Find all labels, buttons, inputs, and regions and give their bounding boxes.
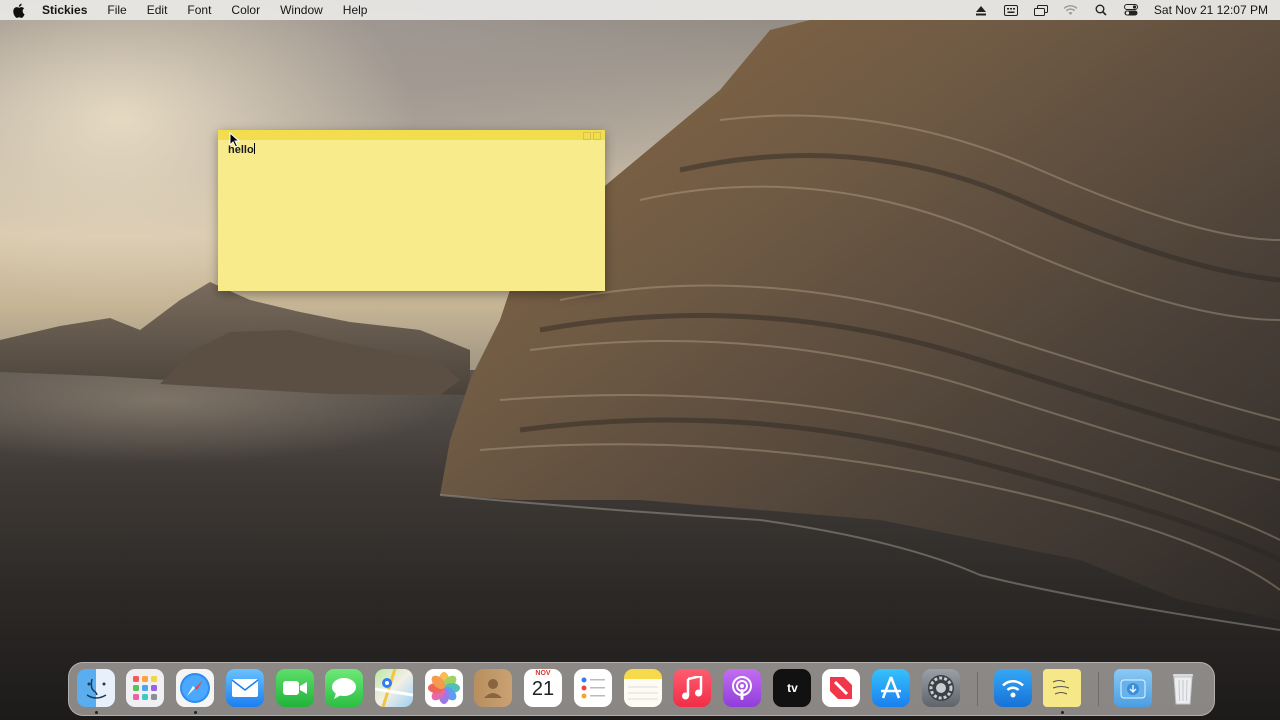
mail-icon[interactable] <box>226 669 264 707</box>
trash-icon[interactable] <box>1164 669 1202 707</box>
menu-window[interactable]: Window <box>270 0 333 20</box>
tv-icon-label: tv <box>787 681 798 695</box>
dock: NOV 21 tv <box>68 662 1215 716</box>
podcasts-icon[interactable] <box>723 669 761 707</box>
menu-font[interactable]: Font <box>177 0 221 20</box>
menu-color[interactable]: Color <box>221 0 270 20</box>
menu-edit[interactable]: Edit <box>137 0 178 20</box>
spotlight-search-icon[interactable] <box>1086 0 1116 20</box>
eject-icon[interactable] <box>966 0 996 20</box>
menu-bar: Stickies File Edit Font Color Window Hel… <box>0 0 1280 20</box>
messages-icon[interactable] <box>325 669 363 707</box>
control-center-icon[interactable] <box>1116 0 1146 20</box>
stickies-note-icon[interactable] <box>1043 669 1081 707</box>
maps-icon[interactable] <box>375 669 413 707</box>
screen-mirroring-icon[interactable] <box>1026 0 1056 20</box>
music-icon[interactable] <box>673 669 711 707</box>
keyboard-viewer-icon[interactable] <box>996 0 1026 20</box>
apple-menu-icon[interactable] <box>0 3 36 18</box>
calendar-icon[interactable]: NOV 21 <box>524 669 562 707</box>
wifi-explorer-icon[interactable] <box>994 669 1032 707</box>
sticky-note-window[interactable]: hello <box>218 130 605 291</box>
photos-icon[interactable] <box>425 669 463 707</box>
reminders-icon[interactable] <box>574 669 612 707</box>
safari-icon[interactable] <box>176 669 214 707</box>
apple-tv-icon[interactable]: tv <box>773 669 811 707</box>
finder-running-indicator <box>95 711 98 714</box>
sticky-titlebar[interactable] <box>218 130 605 140</box>
sticky-collapse-button[interactable] <box>593 132 601 140</box>
stickies-running-indicator <box>1061 711 1064 714</box>
wallpaper-cliffs <box>0 20 1280 631</box>
contacts-icon[interactable] <box>474 669 512 707</box>
launchpad-icon[interactable] <box>126 669 164 707</box>
menu-help[interactable]: Help <box>333 0 378 20</box>
mouse-pointer-icon <box>229 132 241 148</box>
safari-running-indicator <box>194 711 197 714</box>
news-icon[interactable] <box>822 669 860 707</box>
menu-app-stickies[interactable]: Stickies <box>36 0 97 20</box>
notes-icon[interactable] <box>624 669 662 707</box>
calendar-day-label: 21 <box>531 678 555 700</box>
finder-icon[interactable] <box>77 669 115 707</box>
desktop-wallpaper <box>0 0 1280 720</box>
sticky-zoom-button[interactable] <box>583 132 591 140</box>
system-preferences-icon[interactable] <box>922 669 960 707</box>
menubar-clock[interactable]: Sat Nov 21 12:07 PM <box>1146 3 1268 17</box>
text-caret <box>253 143 255 154</box>
wifi-icon[interactable] <box>1056 0 1086 20</box>
menu-file[interactable]: File <box>97 0 136 20</box>
calendar-month-label: NOV <box>535 670 551 677</box>
dock-separator <box>977 672 978 706</box>
facetime-icon[interactable] <box>276 669 314 707</box>
downloads-folder-icon[interactable] <box>1114 669 1152 707</box>
app-store-icon[interactable] <box>872 669 910 707</box>
dock-separator <box>1098 672 1099 706</box>
